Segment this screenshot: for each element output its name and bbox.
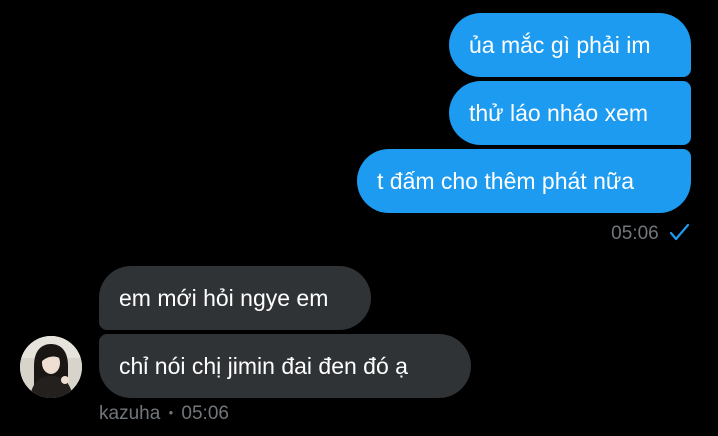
sent-meta: 05:06 — [611, 222, 690, 248]
avatar[interactable] — [20, 336, 82, 398]
sent-message-bubble[interactable]: ủa mắc gì phải im — [449, 13, 691, 77]
message-text: t đấm cho thêm phát nữa — [377, 168, 635, 194]
dm-conversation: { "conversation": { "sent_messages": [ {… — [0, 0, 718, 436]
message-text: chỉ nói chị jimin đai đen đó ạ — [119, 353, 408, 379]
message-text: ủa mắc gì phải im — [469, 32, 651, 58]
separator-dot: • — [168, 405, 174, 420]
checkmark-icon — [668, 222, 690, 248]
message-text: em mới hỏi ngye em — [119, 285, 329, 311]
received-message-bubble[interactable]: chỉ nói chị jimin đai đen đó ạ — [99, 334, 471, 398]
sender-name[interactable]: kazuha — [99, 403, 160, 424]
profile-photo-icon — [20, 336, 82, 398]
sent-message-bubble[interactable]: thử láo nháo xem — [449, 81, 691, 145]
message-text: thử láo nháo xem — [469, 100, 649, 126]
sent-time: 05:06 — [611, 223, 659, 244]
received-meta: kazuha • 05:06 — [99, 403, 229, 425]
sent-message-bubble[interactable]: t đấm cho thêm phát nữa — [357, 149, 691, 213]
received-time: 05:06 — [181, 403, 229, 424]
received-message-bubble[interactable]: em mới hỏi ngye em — [99, 266, 371, 330]
